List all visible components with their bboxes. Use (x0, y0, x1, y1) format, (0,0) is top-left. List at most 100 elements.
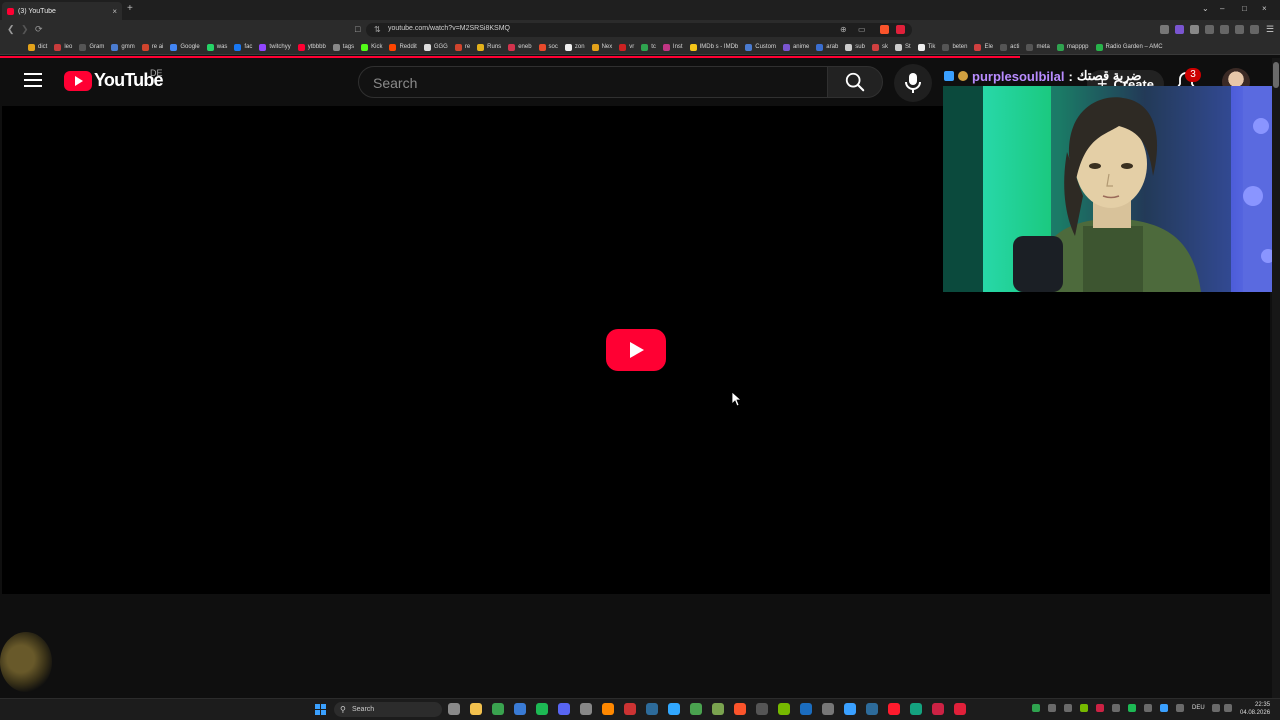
tab-search-chevron-icon[interactable]: ⌄ (1202, 4, 1209, 13)
bookmark-icon[interactable]: □ (355, 24, 360, 34)
large-play-button[interactable] (606, 329, 666, 371)
spotify-app-icon[interactable] (536, 703, 548, 715)
app6-app-icon[interactable] (844, 703, 856, 715)
browser-menu-icon[interactable]: ☰ (1266, 24, 1274, 35)
url-text[interactable]: youtube.com/watch?v=M2SRSi8KSMQ (388, 25, 510, 32)
steam-app-icon[interactable] (800, 703, 812, 715)
opera-app-icon[interactable] (888, 703, 900, 715)
bookmark-item[interactable]: IMDb s - IMDb (689, 43, 738, 51)
brave-shield-icon[interactable] (880, 25, 889, 34)
volume-icon[interactable] (1224, 704, 1232, 712)
bookmark-item[interactable]: ytbbbb (297, 43, 326, 51)
voice-search-button[interactable] (894, 64, 932, 102)
bookmark-item[interactable]: arab (816, 43, 838, 51)
photos-app-icon[interactable] (514, 703, 526, 715)
tray-icon[interactable] (1160, 704, 1168, 712)
bookmark-item[interactable]: Radio Garden – AMC (1095, 43, 1163, 51)
extensions-puzzle-icon[interactable] (1190, 25, 1199, 34)
app-app-icon[interactable] (624, 703, 636, 715)
app3-app-icon[interactable] (712, 703, 724, 715)
app9-app-icon[interactable] (932, 703, 944, 715)
bookmark-item[interactable]: Custom (745, 43, 776, 51)
bookmark-item[interactable]: Inst (662, 43, 683, 51)
tab-close-icon[interactable]: × (112, 7, 117, 16)
search-box[interactable] (358, 66, 828, 98)
app4-app-icon[interactable] (756, 703, 768, 715)
app7-app-icon[interactable] (866, 703, 878, 715)
tray-icon[interactable] (1176, 704, 1184, 712)
bookmark-item[interactable]: Reddit (389, 43, 417, 51)
tray-icon[interactable] (1032, 704, 1040, 712)
bookmark-item[interactable]: Tik (917, 43, 935, 51)
terminal-app-icon[interactable] (646, 703, 658, 715)
taskbar-search-box[interactable]: ⚲ Search (334, 702, 442, 717)
bookmark-item[interactable]: vr (619, 43, 634, 51)
bookmark-item[interactable]: eneb (508, 43, 532, 51)
bookmark-item[interactable]: Runs (477, 43, 501, 51)
spotify-tray-icon[interactable] (1128, 704, 1136, 712)
windows-start-icon[interactable] (315, 704, 326, 715)
bookmark-item[interactable]: re (454, 43, 470, 51)
bookmark-item[interactable]: sub (845, 43, 865, 51)
app8-app-icon[interactable] (910, 703, 922, 715)
bookmark-item[interactable]: meta (1026, 43, 1050, 51)
reload-icon[interactable]: ⟳ (35, 24, 43, 35)
site-info-icon[interactable]: ⇅ (374, 25, 381, 34)
page-scrollbar[interactable] (1272, 58, 1280, 698)
tray-icon[interactable] (1144, 704, 1152, 712)
bookmark-item[interactable]: twitchyy (259, 43, 291, 51)
xbox-app-icon[interactable] (492, 703, 504, 715)
app10-app-icon[interactable] (954, 703, 966, 715)
bookmark-item[interactable]: re ai (141, 43, 163, 51)
bookmark-item[interactable]: tc (641, 43, 656, 51)
new-tab-button[interactable]: + (127, 3, 133, 14)
bookmark-item[interactable]: St (894, 43, 911, 51)
sidebar-icon[interactable] (1205, 25, 1214, 34)
bookmark-item[interactable]: gmm (111, 43, 135, 51)
search-input[interactable] (373, 73, 813, 93)
tray-icon[interactable] (1064, 704, 1072, 712)
bookmark-item[interactable]: GGG (423, 43, 448, 51)
hamburger-menu-icon[interactable] (24, 73, 42, 87)
back-icon[interactable]: ❮ (7, 24, 15, 35)
bookmark-item[interactable]: beten (942, 43, 967, 51)
bookmark-item[interactable]: Google (170, 43, 200, 51)
discord-app-icon[interactable] (558, 703, 570, 715)
bookmark-item[interactable]: leo (54, 43, 72, 51)
bookmark-item[interactable]: Ele (974, 43, 993, 51)
forward-icon[interactable]: ❯ (21, 24, 29, 35)
youtube-logo[interactable]: YouTube (64, 70, 164, 91)
bookmark-item[interactable]: Kick (361, 43, 382, 51)
photoshop-app-icon[interactable] (668, 703, 680, 715)
maximize-button[interactable]: □ (1242, 4, 1247, 13)
cast-icon[interactable]: ▭ (858, 25, 866, 34)
extension-icon[interactable] (1160, 25, 1169, 34)
browser-tab[interactable]: (3) YouTube × (2, 2, 122, 20)
scrollbar-thumb[interactable] (1273, 62, 1279, 88)
bookmark-item[interactable]: Gram (79, 43, 104, 51)
app2-app-icon[interactable] (690, 703, 702, 715)
bookmark-item[interactable]: mapppp (1056, 43, 1089, 51)
brave-rewards-icon[interactable] (896, 25, 905, 34)
media-app-icon[interactable] (580, 703, 592, 715)
bookmark-item[interactable]: fac (234, 43, 252, 51)
minimize-button[interactable]: – (1220, 4, 1224, 13)
search-button[interactable] (827, 66, 883, 98)
tray-icon[interactable] (1096, 704, 1104, 712)
bookmark-item[interactable]: acti (1000, 43, 1019, 51)
window-close-button[interactable]: × (1262, 4, 1267, 13)
bookmark-item[interactable]: Nex (591, 43, 612, 51)
input-language[interactable]: DEU (1192, 705, 1205, 711)
bookmark-item[interactable]: anime (782, 43, 809, 51)
shield-icon[interactable] (1250, 25, 1259, 34)
vlc-app-icon[interactable] (602, 703, 614, 715)
bookmark-item[interactable]: sk (871, 43, 888, 51)
nvidia-app-icon[interactable] (778, 703, 790, 715)
extension-icon[interactable] (1175, 25, 1184, 34)
app5-app-icon[interactable] (822, 703, 834, 715)
settings-app-icon[interactable] (448, 703, 460, 715)
bookmark-item[interactable]: dict (28, 43, 47, 51)
system-clock[interactable]: 22:35 04.08.2026 (1240, 701, 1270, 717)
zoom-icon[interactable]: ⊕ (840, 25, 847, 34)
tray-icon[interactable] (1080, 704, 1088, 712)
